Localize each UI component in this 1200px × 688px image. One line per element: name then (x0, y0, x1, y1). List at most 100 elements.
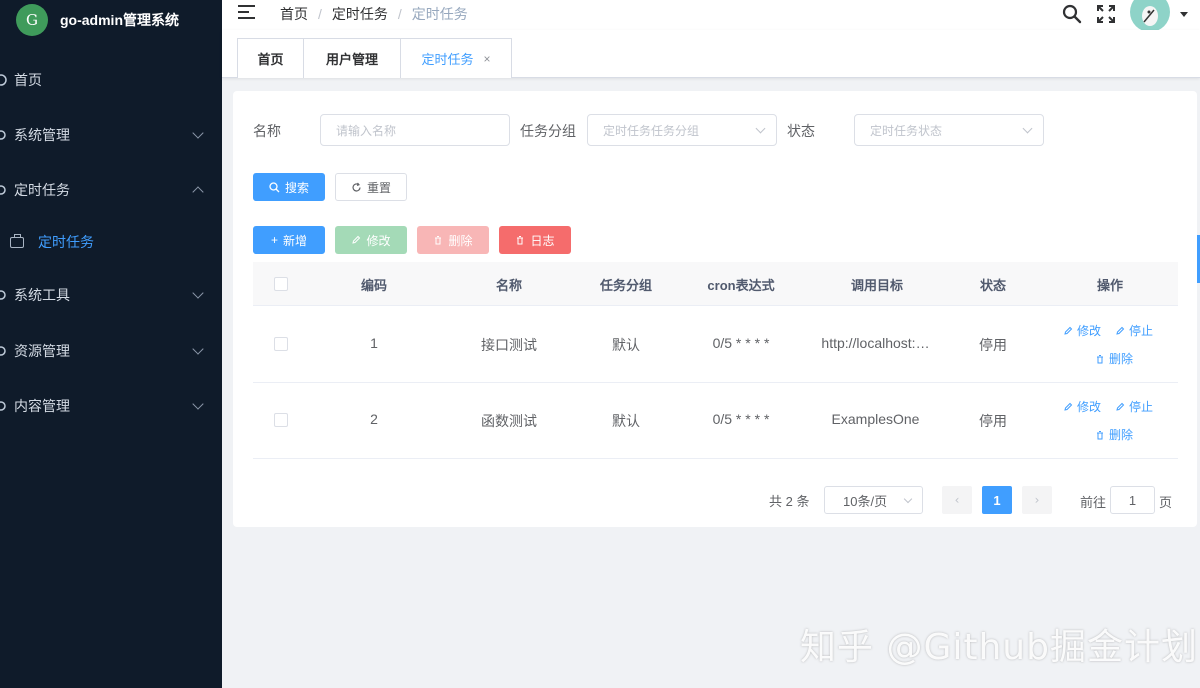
goto-label: 前往 (1080, 495, 1107, 510)
tag-label: 用户管理 (325, 52, 378, 67)
chevron-down-icon (192, 398, 204, 410)
delete-button[interactable]: 删除 (417, 226, 489, 254)
search-button[interactable]: 搜索 (253, 173, 325, 201)
row-stop-link[interactable]: 停止 (1115, 398, 1153, 415)
tool-icon (0, 290, 6, 300)
sidebar-item-label: 系统工具 (14, 287, 70, 303)
search-icon (269, 181, 280, 192)
cell-id: 2 (370, 411, 378, 427)
edit-button-label: 修改 (366, 233, 391, 248)
column-header-group: 任务分组 (599, 278, 652, 293)
edit-icon (1116, 326, 1125, 335)
chevron-down-icon (903, 494, 913, 504)
cell-name: 接口测试 (481, 337, 537, 353)
log-button-label: 日志 (530, 233, 555, 248)
row-edit-label: 修改 (1077, 400, 1102, 414)
sidebar-item-label: 首页 (14, 72, 42, 88)
next-page-button[interactable]: › (1022, 486, 1052, 514)
sidebar-item-cron[interactable]: 定时任务 (0, 170, 222, 210)
fullscreen-icon[interactable] (1096, 4, 1116, 24)
page-number-button[interactable]: 1 (982, 486, 1012, 514)
search-button-label: 搜索 (284, 180, 309, 195)
edit-button[interactable]: 修改 (335, 226, 407, 254)
table-header: 编码 名称 任务分组 cron表达式 调用目标 状态 操作 (253, 262, 1178, 306)
sidebar-item-resource[interactable]: 资源管理 (0, 331, 222, 371)
trash-icon (1097, 430, 1103, 439)
edit-icon (1064, 326, 1073, 335)
page-unit-label: 页 (1159, 495, 1173, 510)
sidebar-item-tools[interactable]: 系统工具 (0, 275, 222, 315)
row-edit-label: 修改 (1077, 324, 1102, 338)
group-select[interactable]: 定时任务任务分组 (587, 114, 777, 146)
search-icon[interactable] (1062, 4, 1082, 24)
row-checkbox[interactable] (274, 413, 288, 427)
column-header-cron: cron表达式 (707, 278, 775, 293)
sidebar-item-content[interactable]: 内容管理 (0, 386, 222, 426)
sidebar-item-label: 定时任务 (38, 234, 94, 250)
row-delete-link[interactable]: 删除 (1095, 350, 1133, 367)
tag-users[interactable]: 用户管理 (303, 38, 401, 78)
log-button[interactable]: 日志 (499, 226, 571, 254)
status-select-placeholder: 定时任务状态 (870, 123, 943, 138)
avatar[interactable] (1130, 0, 1170, 32)
main-card: 名称 请输入名称 任务分组 定时任务任务分组 状态 定时任务状态 搜索 重置 +… (233, 91, 1197, 527)
select-all-checkbox[interactable] (274, 277, 288, 291)
reset-button[interactable]: 重置 (335, 173, 407, 201)
row-stop-link[interactable]: 停止 (1115, 322, 1153, 339)
tag-cron[interactable]: 定时任务 × (400, 38, 512, 78)
cell-cron: 0/5 * * * * (712, 411, 770, 427)
sidebar-subitem-cron[interactable]: 定时任务 (0, 222, 222, 262)
group-select-placeholder: 定时任务任务分组 (603, 123, 700, 138)
sidebar-item-system[interactable]: 系统管理 (0, 115, 222, 155)
row-delete-link[interactable]: 删除 (1095, 426, 1133, 443)
goto-page-input[interactable]: 1 (1110, 486, 1155, 514)
cell-name: 函数测试 (481, 413, 537, 429)
briefcase-icon (10, 233, 24, 248)
status-select[interactable]: 定时任务状态 (854, 114, 1044, 146)
row-delete-label: 删除 (1109, 428, 1134, 442)
logo-icon: G (16, 4, 48, 36)
hamburger-icon[interactable] (238, 5, 255, 19)
caret-down-icon[interactable] (1180, 12, 1188, 17)
trash-icon (1097, 354, 1103, 363)
chevron-up-icon (192, 186, 204, 198)
row-stop-label: 停止 (1129, 324, 1154, 338)
breadcrumb-cron[interactable]: 定时任务 (332, 4, 388, 24)
page-size-value: 10条/页 (843, 493, 888, 509)
prev-page-button[interactable]: ‹ (942, 486, 972, 514)
sidebar-item-home[interactable]: 首页 (0, 60, 222, 100)
row-edit-link[interactable]: 修改 (1063, 398, 1101, 415)
cell-cron: 0/5 * * * * (712, 335, 770, 351)
column-header-target: 调用目标 (850, 278, 903, 293)
cell-group: 默认 (612, 413, 640, 429)
reset-button-label: 重置 (366, 180, 391, 195)
page-size-select[interactable]: 10条/页 (824, 486, 923, 514)
tag-home[interactable]: 首页 (237, 38, 304, 78)
filter-group-label: 任务分组 (520, 123, 576, 139)
refresh-icon (352, 182, 361, 191)
close-icon[interactable]: × (484, 52, 491, 66)
row-edit-link[interactable]: 修改 (1063, 322, 1101, 339)
edit-icon (352, 235, 361, 244)
content-icon (0, 401, 6, 411)
sidebar-item-label: 定时任务 (14, 182, 70, 198)
trash-icon (517, 236, 524, 245)
row-checkbox[interactable] (274, 337, 288, 351)
cell-target: http://localhost:… (821, 335, 930, 351)
table-row: 2 函数测试 默认 0/5 * * * * ExamplesOne 停用 修改 … (253, 382, 1178, 459)
brand[interactable]: G go-admin管理系统 (0, 0, 222, 40)
column-header-actions: 操作 (1096, 278, 1123, 293)
tag-label: 定时任务 (421, 52, 474, 67)
breadcrumb-separator: / (318, 6, 322, 22)
chevron-right-icon: › (1034, 493, 1040, 507)
row-delete-label: 删除 (1109, 352, 1134, 366)
chevron-down-icon (1022, 123, 1033, 134)
breadcrumb-home[interactable]: 首页 (280, 4, 308, 24)
filter-status-label: 状态 (787, 123, 815, 139)
resource-icon (0, 346, 6, 356)
breadcrumb: 首页 / 定时任务 / 定时任务 (280, 4, 468, 24)
name-input[interactable]: 请输入名称 (320, 114, 510, 146)
column-header-id: 编码 (360, 278, 387, 293)
add-button[interactable]: + 新增 (253, 226, 325, 254)
edit-icon (1064, 402, 1073, 411)
